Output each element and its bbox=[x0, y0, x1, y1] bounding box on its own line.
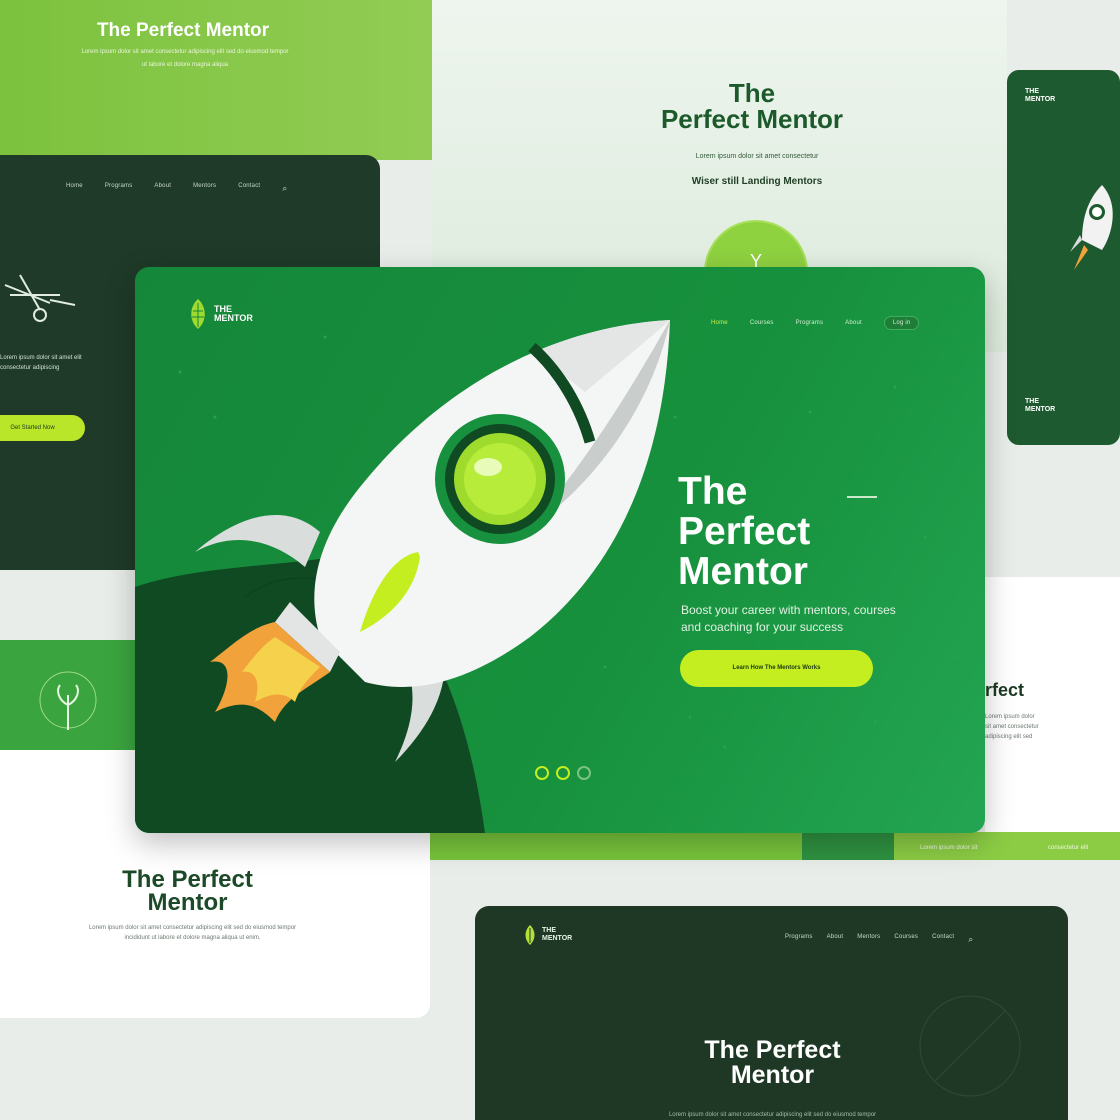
nav-link[interactable]: Home bbox=[66, 183, 83, 194]
nav-link[interactable]: Mentors bbox=[857, 934, 880, 945]
title-line: The bbox=[728, 78, 776, 108]
sketch-illustration bbox=[4, 274, 76, 322]
nav-link-about[interactable]: About bbox=[845, 320, 862, 326]
preview-subtagline: Wiser still Landing Mentors bbox=[691, 176, 823, 187]
title-line: The Perfect bbox=[704, 1036, 841, 1064]
nav-link[interactable]: Courses bbox=[894, 934, 918, 945]
text-line: consectetur adipiscing bbox=[0, 365, 60, 371]
nav-link-courses[interactable]: Courses bbox=[750, 320, 774, 326]
search-icon[interactable]: ⌕ bbox=[968, 934, 973, 945]
carousel-dot[interactable] bbox=[577, 766, 591, 780]
logo-line: MENTOR bbox=[214, 313, 253, 323]
body-line: incididunt ut labore et dolore magna ali… bbox=[124, 935, 261, 941]
rocket-illustration bbox=[195, 320, 670, 762]
nav-link[interactable]: Contact bbox=[932, 934, 954, 945]
preview-body: Lorem ipsum dolor sit amet consectetur a… bbox=[985, 712, 1060, 742]
logo-line: THE bbox=[542, 927, 556, 934]
right-mobile-preview: THE MENTOR THE MENTOR bbox=[1007, 70, 1120, 445]
nav-link[interactable]: About bbox=[154, 183, 171, 194]
nav-link-programs[interactable]: Programs bbox=[796, 320, 824, 326]
logo-line: THE bbox=[1025, 88, 1039, 95]
title-line: The bbox=[678, 470, 748, 513]
strip-segment bbox=[430, 832, 802, 860]
left-text: Lorem ipsum dolor sit amet elit consecte… bbox=[0, 353, 135, 373]
title-line: Mentor bbox=[730, 1061, 815, 1089]
preview-body: Lorem ipsum dolor sit amet consectetur a… bbox=[60, 923, 325, 943]
hero-subtitle: Boost your career with mentors, courses … bbox=[681, 603, 896, 634]
preview-title: The Perfect Mentor bbox=[660, 1038, 885, 1088]
decorative-dash bbox=[847, 496, 877, 498]
subtitle-line: Lorem ipsum dolor sit amet consectetur a… bbox=[81, 49, 289, 55]
cta-button[interactable]: Learn How The Mentors Works bbox=[680, 650, 873, 687]
bottom-dark-preview: THE MENTOR Programs About Mentors Course… bbox=[475, 906, 1068, 1120]
nav-link[interactable]: Programs bbox=[785, 934, 813, 945]
mobile-footer-logo: THE MENTOR bbox=[1025, 398, 1055, 414]
sprout-icon bbox=[39, 671, 97, 730]
carousel-dot[interactable] bbox=[535, 766, 549, 780]
color-strip: Lorem ipsum dolor sit consectetur elit bbox=[430, 832, 1120, 860]
strip-text: consectetur elit bbox=[1048, 845, 1089, 851]
logo-line: THE bbox=[1025, 398, 1039, 405]
hero-logo[interactable]: THE MENTOR bbox=[188, 297, 253, 331]
subtitle-line: ut labore et dolore magna aliqua bbox=[141, 62, 229, 68]
decorative-circle bbox=[919, 995, 1021, 1097]
preview-title: The Perfect Mentor bbox=[96, 20, 270, 41]
nav-link[interactable]: Programs bbox=[105, 183, 133, 194]
hero-nav: Home Courses Programs About Log in bbox=[711, 316, 920, 330]
rocket-icon bbox=[1070, 185, 1113, 270]
text-line: Lorem ipsum dolor sit amet elit bbox=[0, 355, 82, 361]
hero-title: The Perfect Mentor bbox=[678, 472, 810, 592]
left-green-band bbox=[0, 640, 135, 752]
preview-tagline: Lorem ipsum dolor sit amet consectetur bbox=[695, 153, 819, 160]
mobile-logo: THE MENTOR bbox=[1025, 88, 1055, 104]
body-line: Lorem ipsum dolor bbox=[985, 714, 1035, 720]
logo-line: MENTOR bbox=[1025, 406, 1056, 413]
logo-line: MENTOR bbox=[542, 935, 573, 942]
leaf-logo-icon bbox=[191, 299, 205, 329]
preview-subtitle: Lorem ipsum dolor sit amet consectetur a… bbox=[40, 46, 330, 72]
title-line: Mentor bbox=[678, 550, 808, 593]
get-started-button[interactable]: Get Started Now bbox=[0, 415, 85, 441]
carousel-dots bbox=[535, 766, 591, 780]
login-button[interactable]: Log in bbox=[883, 316, 920, 330]
carousel-dot[interactable] bbox=[556, 766, 570, 780]
strip-text: Lorem ipsum dolor sit bbox=[920, 845, 978, 851]
nav-link[interactable]: Contact bbox=[238, 183, 260, 194]
preview-title: The Perfect Mentor bbox=[85, 866, 290, 916]
footer-text: Lorem ipsum dolor sit amet consectetur a… bbox=[668, 1112, 877, 1118]
title-line: The Perfect bbox=[122, 866, 253, 893]
strip-segment bbox=[802, 832, 894, 860]
search-icon[interactable]: ⌕ bbox=[282, 183, 287, 194]
bottom-logo: THE MENTOR bbox=[523, 924, 572, 946]
body-line: Lorem ipsum dolor sit amet consectetur a… bbox=[88, 925, 297, 931]
body-line: sit amet consectetur bbox=[985, 724, 1039, 730]
bottom-nav: Programs About Mentors Courses Contact ⌕ bbox=[785, 934, 973, 945]
title-line: Perfect bbox=[678, 510, 811, 553]
hero-landing-page: THE MENTOR Home Courses Programs About L… bbox=[135, 267, 985, 833]
left-nav: Home Programs About Mentors Contact ⌕ bbox=[66, 183, 287, 194]
title-line: Perfect Mentor bbox=[660, 104, 844, 134]
body-line: adipiscing elit sed bbox=[985, 734, 1033, 740]
leaf-logo-icon bbox=[525, 925, 535, 945]
preview-title: rfect bbox=[985, 680, 1025, 700]
logo-line: MENTOR bbox=[1025, 96, 1056, 103]
top-left-preview: The Perfect Mentor Lorem ipsum dolor sit… bbox=[0, 0, 432, 160]
logo-text: THE MENTOR bbox=[214, 305, 253, 323]
right-white-preview: rfect Lorem ipsum dolor sit amet consect… bbox=[985, 577, 1120, 835]
preview-title: The Perfect Mentor bbox=[617, 80, 887, 132]
nav-link[interactable]: Mentors bbox=[193, 183, 216, 194]
nav-link[interactable]: About bbox=[827, 934, 844, 945]
nav-link-home[interactable]: Home bbox=[711, 320, 728, 326]
title-line: Mentor bbox=[147, 889, 228, 916]
